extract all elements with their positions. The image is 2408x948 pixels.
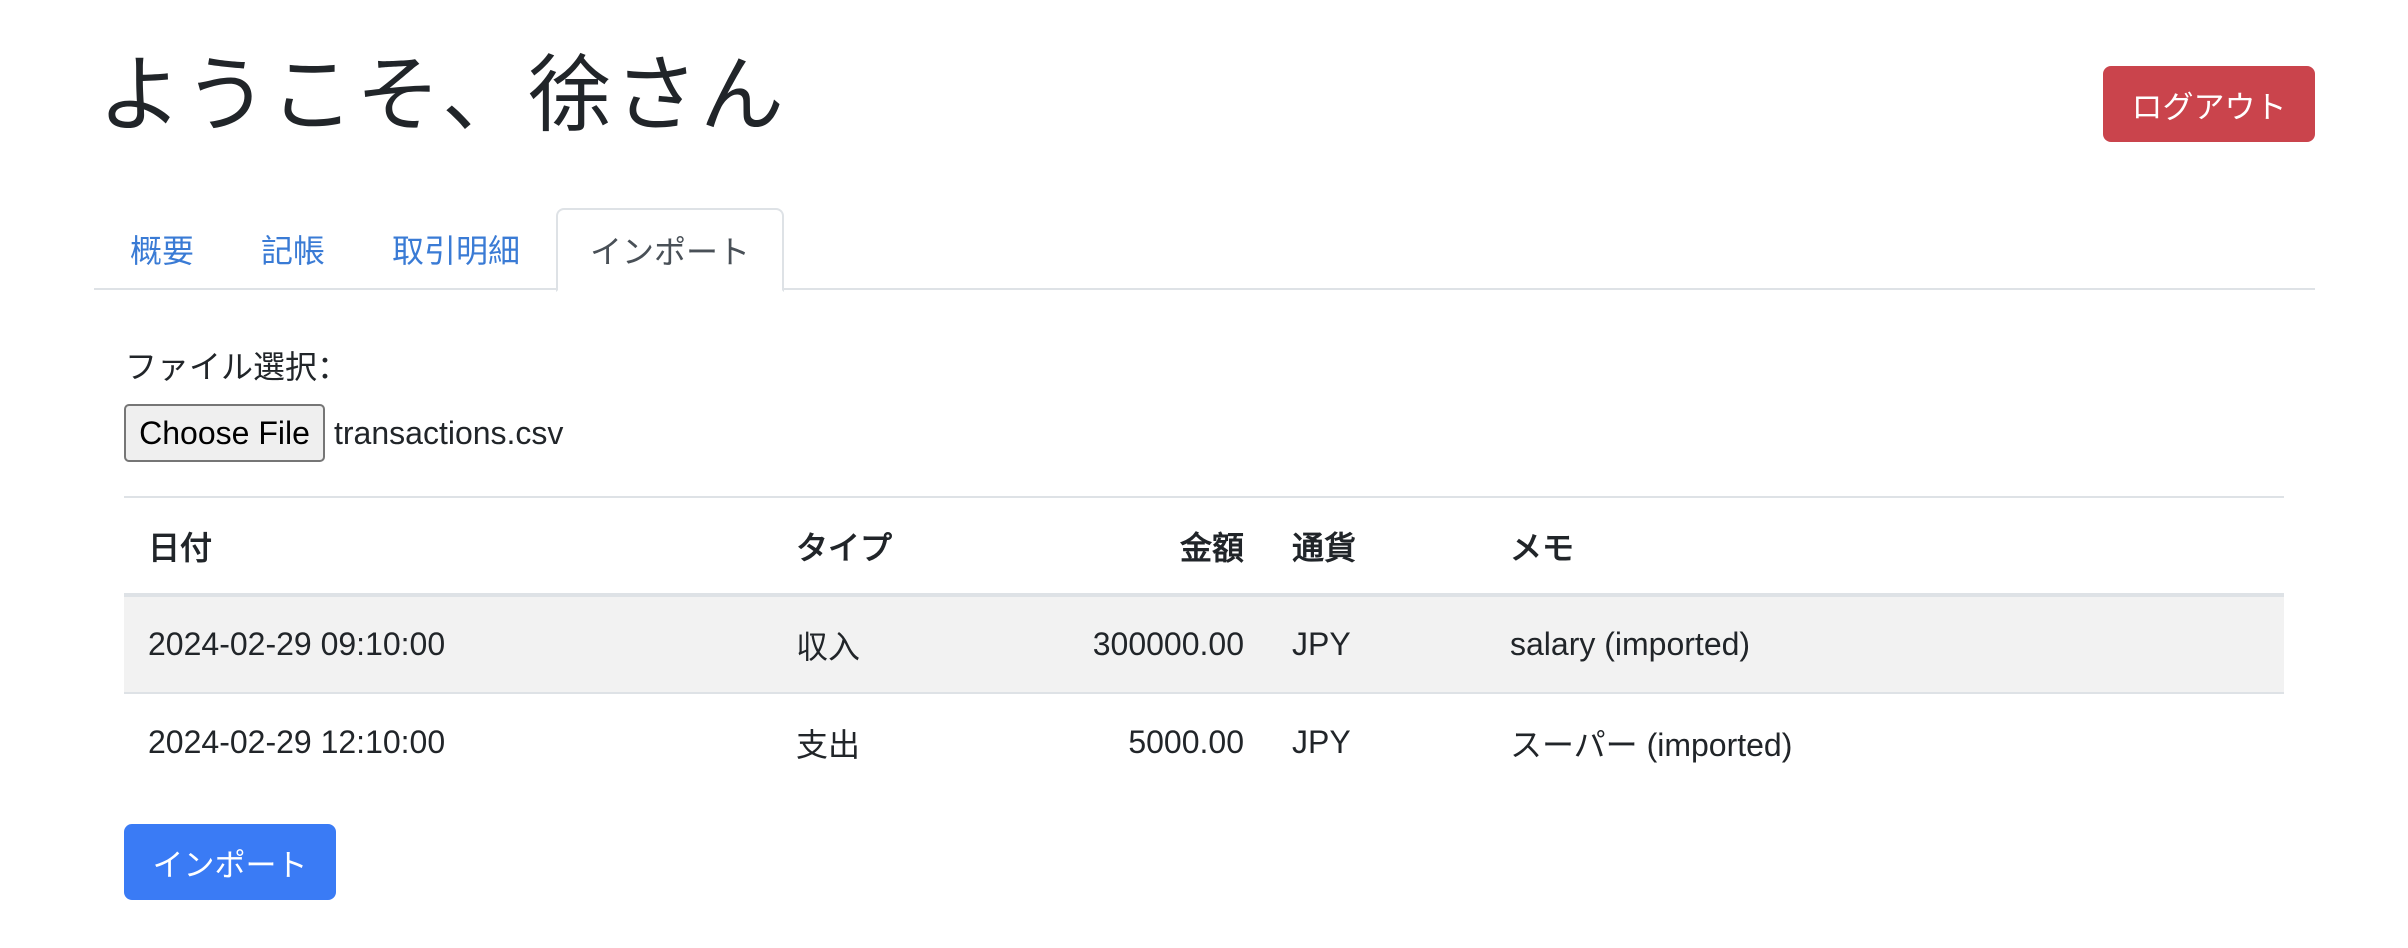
column-header-type: タイプ — [796, 528, 893, 567]
tab-transactions[interactable]: 取引明細 — [356, 208, 556, 290]
column-header-currency: 通貨 — [1292, 528, 1357, 567]
table-row: 2024-02-29 12:10:00 支出 5000.00 JPY スーパー … — [124, 693, 2284, 791]
column-header-amount: 金額 — [1179, 528, 1244, 567]
cell-memo: salary (imported) — [1510, 626, 1751, 662]
column-header-date: 日付 — [148, 528, 213, 567]
cell-type: 収入 — [796, 628, 861, 665]
cell-currency: JPY — [1292, 626, 1351, 662]
table-row: 2024-02-29 09:10:00 収入 300000.00 JPY sal… — [124, 595, 2284, 693]
tab-bar: 概要 記帳 取引明細 インポート — [94, 208, 2315, 292]
logout-button[interactable]: ログアウト — [2103, 66, 2315, 142]
cell-amount: 300000.00 — [1092, 626, 1244, 662]
cell-currency: JPY — [1292, 724, 1351, 760]
cell-type: 支出 — [796, 726, 861, 763]
import-submit-button[interactable]: インポート — [124, 824, 336, 900]
cell-date: 2024-02-29 12:10:00 — [148, 724, 446, 760]
cell-amount: 5000.00 — [1128, 724, 1244, 760]
table-header-row: 日付 タイプ 金額 通貨 メモ — [124, 497, 2284, 595]
selected-file-name: transactions.csv — [334, 414, 564, 451]
cell-date: 2024-02-29 09:10:00 — [148, 626, 446, 662]
cell-memo: スーパー (imported) — [1510, 726, 1793, 763]
page-title: ようこそ、徐さん — [98, 46, 787, 144]
column-header-memo: メモ — [1510, 528, 1575, 567]
import-preview-table: 日付 タイプ 金額 通貨 メモ 2024-02-29 09:10:00 収入 3… — [124, 496, 2284, 791]
tab-bookkeeping[interactable]: 記帳 — [230, 208, 356, 290]
file-select-label: ファイル選択： — [125, 348, 350, 386]
tab-import[interactable]: インポート — [556, 208, 784, 292]
choose-file-button[interactable]: Choose File — [124, 404, 325, 462]
file-input[interactable]: Choose File transactions.csv — [124, 404, 563, 462]
tab-overview[interactable]: 概要 — [94, 208, 230, 290]
